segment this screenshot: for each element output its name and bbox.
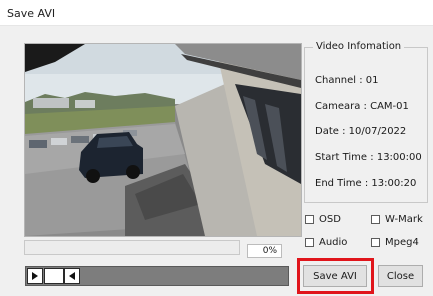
video-info-legend: Video Infomation [313,41,405,52]
camera-row: Cameara : CAM-01 [315,101,409,112]
end-time-label: End Time : [315,178,369,189]
wmark-checkbox-box[interactable] [371,215,380,224]
channel-label: Channel : [315,75,363,86]
osd-checkbox[interactable]: OSD [305,214,341,225]
audio-checkbox[interactable]: Audio [305,237,347,248]
video-info-group: Video Infomation Channel : 01 Cameara : … [304,41,428,203]
osd-checkbox-box[interactable] [305,215,314,224]
playback-slot [44,268,64,284]
start-time-value: 13:00:00 [376,152,422,163]
save-progress-bar [24,240,240,255]
save-button-highlight [297,258,374,294]
channel-value: 01 [365,75,379,86]
play-icon [32,272,38,280]
play-button[interactable] [27,268,43,284]
audio-label: Audio [319,237,348,248]
window-title: Save AVI [7,7,56,20]
wmark-checkbox[interactable]: W-Mark [371,214,423,225]
date-row: Date : 10/07/2022 [315,126,406,137]
video-preview [24,43,302,237]
end-time-value: 13:00:20 [371,178,417,189]
mpeg4-checkbox-box[interactable] [371,238,380,247]
progress-percent: 0% [247,244,282,258]
start-time-label: Start Time : [315,152,374,163]
playback-bar[interactable] [25,266,289,286]
close-button[interactable]: Close [378,265,423,287]
start-time-row: Start Time : 13:00:00 [315,152,422,163]
date-value: 10/07/2022 [348,126,407,137]
save-avi-dialog: Save AVI Video Infomation Channel: 01 C… [0,0,433,296]
camera-value: CAM-01 [370,101,409,112]
audio-checkbox-box[interactable] [305,238,314,247]
osd-label: OSD [319,214,341,225]
title-bar: Save AVI [0,0,433,26]
end-time-row: End Time : 13:00:20 [315,178,416,189]
mpeg4-checkbox[interactable]: Mpeg4 [371,237,419,248]
step-back-button[interactable] [64,268,80,284]
step-back-icon [69,272,75,280]
date-label: Date : [315,126,346,137]
camera-label: Cameara : [315,101,367,112]
channel-row: Channel : 01 [315,75,379,86]
mpeg4-label: Mpeg4 [385,237,419,248]
wmark-label: W-Mark [385,214,423,225]
